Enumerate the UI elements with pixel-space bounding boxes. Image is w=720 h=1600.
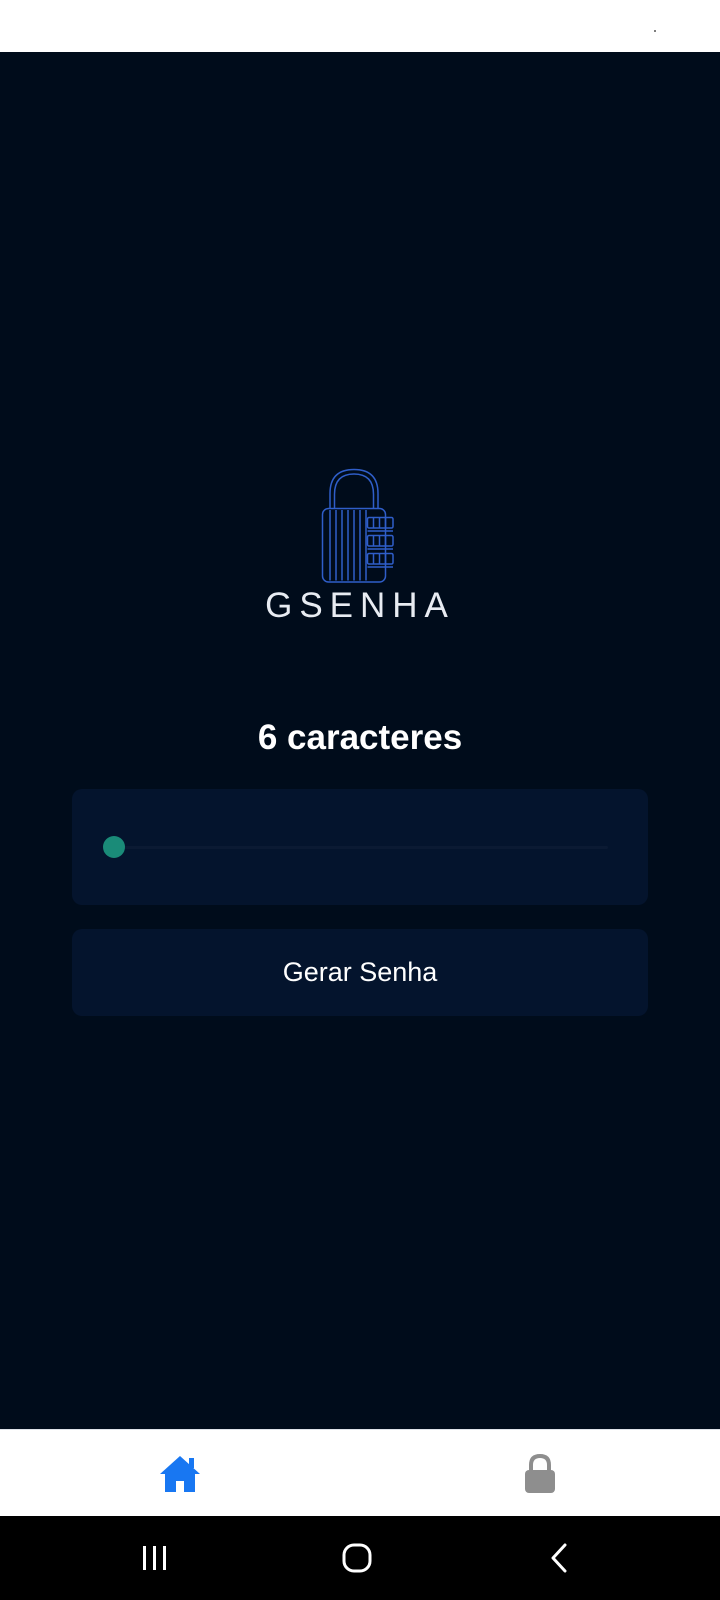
back-button[interactable]	[504, 1516, 614, 1600]
back-icon	[551, 1543, 567, 1573]
recents-button[interactable]	[100, 1516, 210, 1600]
status-indicator	[654, 30, 656, 32]
length-slider-track[interactable]	[114, 846, 608, 849]
generate-password-button[interactable]: Gerar Senha	[72, 929, 648, 1016]
home-circle-icon	[342, 1543, 372, 1573]
lock-icon	[525, 1453, 555, 1493]
system-home-button[interactable]	[302, 1516, 412, 1600]
system-navigation-bar	[0, 1516, 720, 1600]
bottom-tab-bar	[0, 1429, 720, 1517]
tab-home[interactable]	[120, 1430, 240, 1517]
home-icon	[160, 1455, 200, 1492]
status-bar	[0, 0, 720, 52]
tab-saved-passwords[interactable]	[480, 1430, 600, 1517]
recents-icon	[143, 1546, 166, 1570]
length-slider-thumb[interactable]	[103, 836, 125, 858]
app-brand-name: GSENHA	[265, 586, 455, 625]
password-length-label: 6 caracteres	[257, 718, 463, 757]
length-slider-card	[72, 789, 648, 905]
